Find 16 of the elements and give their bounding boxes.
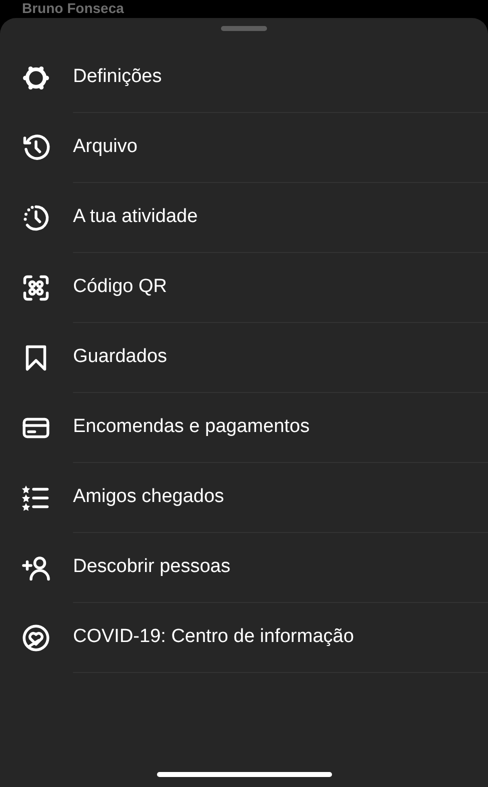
clock-icon bbox=[21, 203, 51, 233]
menu-item[interactable]: Guardados bbox=[0, 323, 488, 393]
profile-name: Bruno Fonseca bbox=[22, 0, 124, 16]
history-icon bbox=[21, 133, 51, 163]
heart-circle-icon bbox=[21, 623, 51, 653]
menu-item[interactable]: A tua atividade bbox=[0, 183, 488, 253]
menu-item[interactable]: Definições bbox=[0, 43, 488, 113]
menu-item[interactable]: Encomendas e pagamentos bbox=[0, 393, 488, 463]
menu-item[interactable]: COVID-19: Centro de informação bbox=[0, 603, 488, 673]
qr-code-icon bbox=[21, 273, 51, 303]
menu-item[interactable]: Código QR bbox=[0, 253, 488, 323]
menu-item[interactable]: Amigos chegados bbox=[0, 463, 488, 533]
drag-handle[interactable] bbox=[221, 26, 267, 31]
menu-item[interactable]: Descobrir pessoas bbox=[0, 533, 488, 603]
menu-item[interactable]: Arquivo bbox=[0, 113, 488, 183]
star-list-icon bbox=[21, 483, 51, 513]
